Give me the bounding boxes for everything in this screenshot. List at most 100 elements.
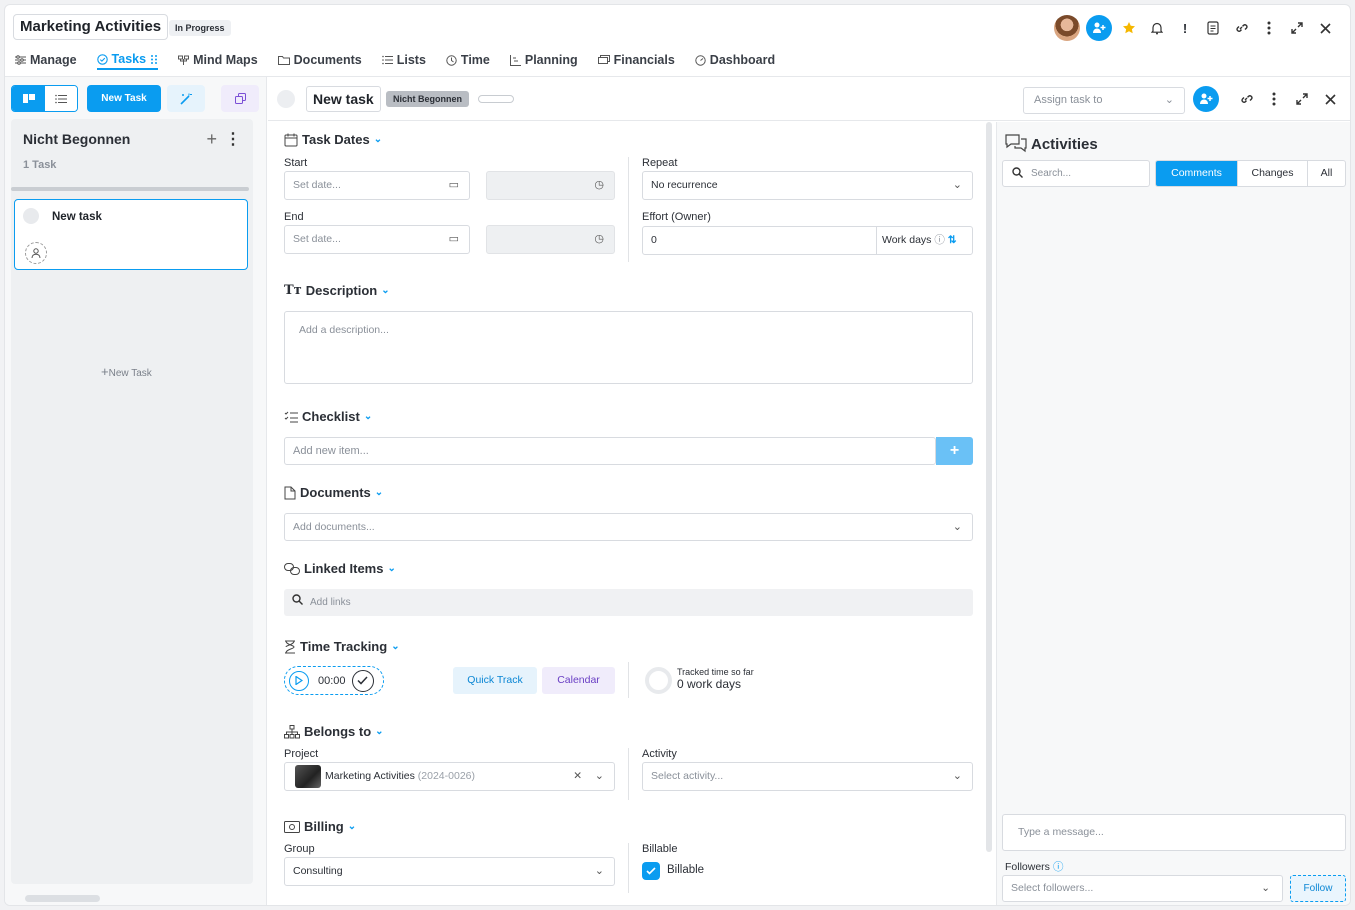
links-placeholder: Add links <box>310 597 351 608</box>
favorite-star-icon[interactable] <box>1118 17 1140 39</box>
priority-icon[interactable]: ! <box>1174 17 1196 39</box>
checklist-add-button[interactable]: + <box>936 437 973 465</box>
tab-all[interactable]: All <box>1307 161 1345 186</box>
project-title[interactable]: Marketing Activities <box>13 14 169 40</box>
horizontal-scrollbar[interactable] <box>25 895 100 902</box>
play-icon[interactable] <box>289 670 309 691</box>
close-icon[interactable] <box>1314 17 1336 39</box>
project-select[interactable]: Marketing Activities (2024-0026) ✕ ⌄ <box>284 762 615 791</box>
task-status-badge[interactable]: Nicht Begonnen <box>386 91 469 107</box>
activity-select[interactable]: Select activity... ⌄ <box>642 762 973 791</box>
more-vertical-icon[interactable] <box>1266 89 1282 109</box>
list-view-button[interactable] <box>45 86 77 111</box>
swap-icon[interactable]: ⇅ <box>948 234 957 246</box>
report-icon[interactable] <box>1202 17 1224 39</box>
column-add-icon[interactable]: + <box>206 129 217 150</box>
links-search[interactable]: Add links <box>284 589 973 616</box>
section-billing[interactable]: Billing ⌄ <box>284 819 356 834</box>
column-new-task-label: New Task <box>108 368 152 379</box>
section-checklist[interactable]: Checklist ⌄ <box>284 409 372 424</box>
clear-icon[interactable]: ✕ <box>573 763 582 790</box>
tab-label: Dashboard <box>709 53 776 67</box>
expand-icon[interactable] <box>1286 17 1308 39</box>
section-title: Checklist <box>302 409 360 424</box>
billable-checkbox[interactable] <box>642 862 660 880</box>
quick-track-button[interactable]: Quick Track <box>453 667 537 694</box>
more-vertical-icon[interactable] <box>1258 17 1280 39</box>
add-user-icon <box>1093 22 1106 33</box>
project-tabs: Manage Tasks Mind Maps Documents Lists T… <box>15 50 775 70</box>
tab-label: Planning <box>524 53 578 67</box>
checklist-input[interactable]: Add new item... <box>284 437 936 465</box>
column-title[interactable]: Nicht Begonnen <box>23 131 130 147</box>
copy-button[interactable] <box>221 85 259 112</box>
divider <box>628 748 629 800</box>
section-documents[interactable]: Documents ⌄ <box>284 485 383 500</box>
expand-icon[interactable] <box>1294 89 1310 109</box>
close-icon[interactable] <box>1322 89 1338 109</box>
group-select[interactable]: Consulting ⌄ <box>284 857 615 886</box>
followers-select[interactable]: Select followers... ⌄ <box>1002 875 1283 902</box>
link-icon[interactable] <box>1238 89 1254 109</box>
bell-icon[interactable] <box>1146 17 1168 39</box>
task-tag-pill[interactable] <box>478 95 514 103</box>
tab-time[interactable]: Time <box>446 50 490 70</box>
task-complete-toggle[interactable] <box>277 90 295 108</box>
tab-planning[interactable]: Planning <box>509 50 578 70</box>
check-icon[interactable] <box>351 669 374 692</box>
start-time-input[interactable]: ◷ <box>486 171 615 200</box>
chevron-down-icon: ⌄ <box>594 770 604 782</box>
vertical-scrollbar[interactable] <box>986 122 992 852</box>
message-input[interactable]: Type a message... <box>1002 814 1346 851</box>
tab-manage[interactable]: Manage <box>15 50 77 70</box>
checklist-icon <box>284 411 298 422</box>
section-description[interactable]: Tт Description ⌄ <box>284 283 390 298</box>
new-task-button[interactable]: New Task <box>87 85 161 112</box>
follow-button[interactable]: Follow <box>1290 875 1346 902</box>
description-textarea[interactable]: Add a description... <box>284 311 973 384</box>
add-member-button[interactable] <box>1086 15 1112 41</box>
section-title: Task Dates <box>302 132 370 147</box>
chevron-down-icon: ⌄ <box>952 179 962 191</box>
task-title[interactable]: New task <box>306 86 381 112</box>
column-task-count: 1 Task <box>23 159 57 171</box>
end-time-input[interactable]: ◷ <box>486 225 615 254</box>
effort-unit-select[interactable]: Work days ⓘ ⇅ <box>876 227 957 254</box>
tab-financials[interactable]: Financials <box>597 50 675 70</box>
tab-dashboard[interactable]: Dashboard <box>695 50 775 70</box>
tab-tasks[interactable]: Tasks <box>96 50 159 70</box>
user-avatar[interactable] <box>1054 15 1080 41</box>
magic-wand-button[interactable] <box>167 85 205 112</box>
task-complete-checkbox[interactable] <box>23 208 39 224</box>
section-belongs-to[interactable]: Belongs to ⌄ <box>284 724 384 739</box>
start-date-input[interactable]: Set date... ▭ <box>284 171 470 200</box>
assign-user-button[interactable] <box>1193 86 1219 112</box>
tab-lists[interactable]: Lists <box>381 50 426 70</box>
link-icon[interactable] <box>1230 17 1252 39</box>
tab-mind-maps[interactable]: Mind Maps <box>178 50 258 70</box>
plus-icon: + <box>101 364 109 379</box>
end-date-input[interactable]: Set date... ▭ <box>284 225 470 254</box>
assignee-placeholder-icon[interactable] <box>25 242 47 264</box>
documents-select[interactable]: Add documents... ⌄ <box>284 513 973 541</box>
column-new-task-link[interactable]: +New Task <box>101 364 152 379</box>
tab-documents[interactable]: Documents <box>277 50 362 70</box>
repeat-select[interactable]: No recurrence ⌄ <box>642 171 973 200</box>
tab-changes[interactable]: Changes <box>1237 161 1307 186</box>
section-task-dates[interactable]: Task Dates ⌄ <box>284 132 382 147</box>
task-card[interactable]: New task <box>14 199 248 270</box>
effort-input[interactable]: 0 Work days ⓘ ⇅ <box>642 226 973 255</box>
search-icon <box>1012 167 1023 178</box>
board-icon <box>22 94 35 103</box>
calendar-button[interactable]: Calendar <box>542 667 615 694</box>
column-more-icon[interactable]: ⋮ <box>225 129 241 149</box>
chevron-down-icon: ⌄ <box>381 285 390 296</box>
section-time-tracking[interactable]: Time Tracking ⌄ <box>284 639 400 654</box>
project-status-badge[interactable]: In Progress <box>169 20 231 36</box>
assign-task-select[interactable]: Assign task to ⌄ <box>1023 87 1185 114</box>
activities-panel: Activities Search... Comments Changes Al… <box>996 122 1350 905</box>
board-view-button[interactable] <box>12 86 45 111</box>
section-linked-items[interactable]: Linked Items ⌄ <box>284 561 396 576</box>
tab-comments[interactable]: Comments <box>1156 161 1237 186</box>
activities-search-input[interactable]: Search... <box>1002 160 1150 187</box>
